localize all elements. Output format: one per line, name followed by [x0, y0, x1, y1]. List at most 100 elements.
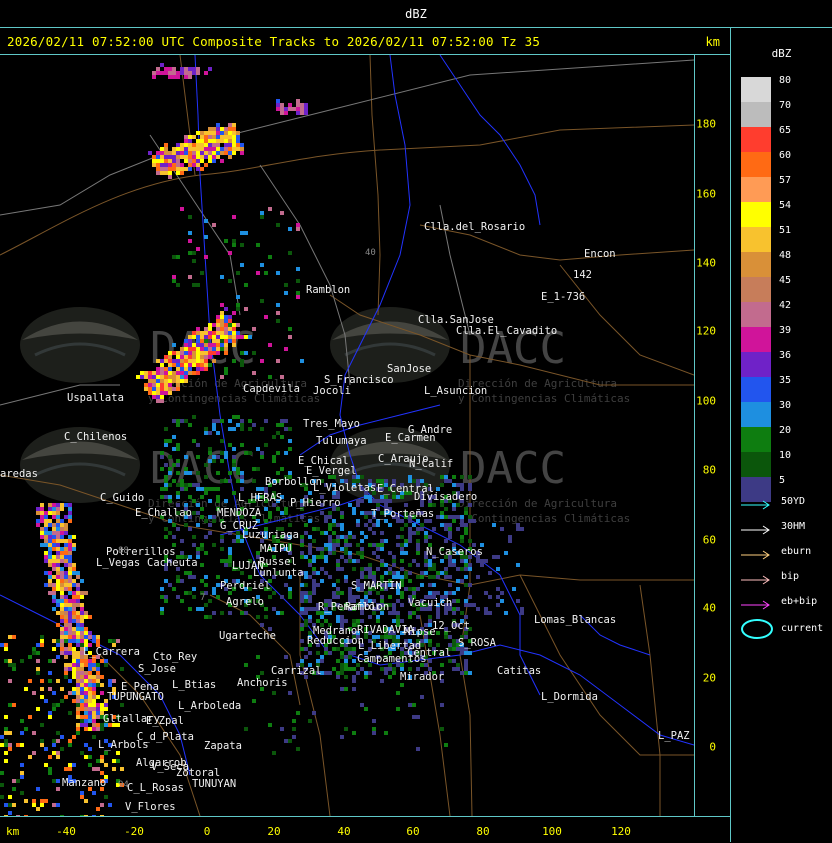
radar-pixel: [484, 559, 488, 563]
radar-pixel: [196, 283, 200, 287]
radar-pixel: [176, 443, 180, 447]
radar-pixel: [56, 503, 60, 507]
radar-pixel: [384, 495, 388, 499]
radar-pixel: [300, 359, 304, 363]
radar-pixel: [180, 363, 184, 367]
place-label: S_ROSA: [458, 637, 497, 649]
radar-pixel: [64, 631, 68, 635]
legend-swatch: [741, 202, 771, 227]
radar-pixel: [384, 667, 388, 671]
radar-pixel: [32, 731, 36, 735]
radar-pixel: [72, 543, 76, 547]
radar-pixel: [48, 503, 52, 507]
radar-map[interactable]: DACCDirección de Agriculturay Contingenc…: [0, 55, 694, 816]
radar-pixel: [64, 531, 68, 535]
radar-pixel: [232, 359, 236, 363]
radar-pixel: [96, 663, 100, 667]
radar-pixel: [60, 619, 64, 623]
radar-pixel: [208, 143, 212, 147]
radar-pixel: [60, 507, 64, 511]
radar-pixel: [324, 555, 328, 559]
radar-pixel: [456, 567, 460, 571]
radar-pixel: [216, 131, 220, 135]
radar-pixel: [516, 527, 520, 531]
radar-pixel: [372, 551, 376, 555]
radar-pixel: [180, 155, 184, 159]
radar-pixel: [280, 107, 284, 111]
radar-pixel: [520, 527, 524, 531]
track-legend-label: 30HM: [781, 521, 806, 532]
radar-pixel: [392, 575, 396, 579]
radar-pixel: [164, 359, 168, 363]
radar-pixel: [228, 479, 232, 483]
radar-pixel: [80, 639, 84, 643]
radar-pixel: [176, 367, 180, 371]
radar-pixel: [344, 663, 348, 667]
radar-pixel: [236, 323, 240, 327]
radar-pixel: [248, 575, 252, 579]
radar-pixel: [156, 399, 160, 403]
radar-pixel: [396, 691, 400, 695]
radar-pixel: [328, 539, 332, 543]
radar-pixel: [56, 679, 60, 683]
radar-pixel: [88, 663, 92, 667]
radar-pixel: [436, 571, 440, 575]
radar-pixel: [76, 711, 80, 715]
radar-pixel: [188, 607, 192, 611]
radar-pixel: [80, 791, 84, 795]
radar-pixel: [464, 531, 468, 535]
radar-pixel: [152, 375, 156, 379]
radar-pixel: [104, 707, 108, 711]
radar-pixel: [336, 675, 340, 679]
radar-pixel: [100, 703, 104, 707]
radar-pixel: [196, 367, 200, 371]
radar-pixel: [452, 639, 456, 643]
radar-pixel: [212, 139, 216, 143]
radar-pixel: [320, 655, 324, 659]
radar-pixel: [220, 375, 224, 379]
radar-pixel: [204, 603, 208, 607]
radar-pixel: [468, 475, 472, 479]
radar-pixel: [300, 639, 304, 643]
radar-pixel: [360, 539, 364, 543]
radar-pixel: [180, 167, 184, 171]
radar-pixel: [52, 591, 56, 595]
track-legend-item: eburn: [739, 546, 829, 562]
radar-pixel: [212, 323, 216, 327]
radar-pixel: [196, 523, 200, 527]
radar-pixel: [404, 575, 408, 579]
radar-pixel: [160, 159, 164, 163]
radar-pixel: [168, 351, 172, 355]
radar-pixel: [56, 515, 60, 519]
radar-pixel: [208, 323, 212, 327]
radar-pixel: [376, 499, 380, 503]
radar-pixel: [320, 511, 324, 515]
radar-pixel: [92, 715, 96, 719]
radar-pixel: [84, 631, 88, 635]
track-legend-label: eb+bip: [781, 596, 818, 607]
radar-pixel: [376, 567, 380, 571]
place-label: L_PAZ: [658, 730, 690, 742]
radar-pixel: [228, 339, 232, 343]
radar-pixel: [196, 455, 200, 459]
radar-pixel: [164, 143, 168, 147]
radar-pixel: [432, 591, 436, 595]
radar-pixel: [188, 363, 192, 367]
radar-pixel: [240, 263, 244, 267]
radar-pixel: [216, 319, 220, 323]
radar-pixel: [92, 667, 96, 671]
radar-pixel: [264, 519, 268, 523]
radar-pixel: [76, 631, 80, 635]
radar-pixel: [4, 743, 8, 747]
radar-pixel: [300, 555, 304, 559]
radar-pixel: [96, 703, 100, 707]
x-tick-label: 60: [406, 825, 420, 838]
radar-pixel: [84, 679, 88, 683]
radar-pixel: [76, 691, 80, 695]
radar-pixel: [160, 163, 164, 167]
radar-pixel: [392, 611, 396, 615]
radar-pixel: [484, 607, 488, 611]
radar-pixel: [312, 571, 316, 575]
radar-pixel: [340, 667, 344, 671]
radar-pixel: [84, 695, 88, 699]
